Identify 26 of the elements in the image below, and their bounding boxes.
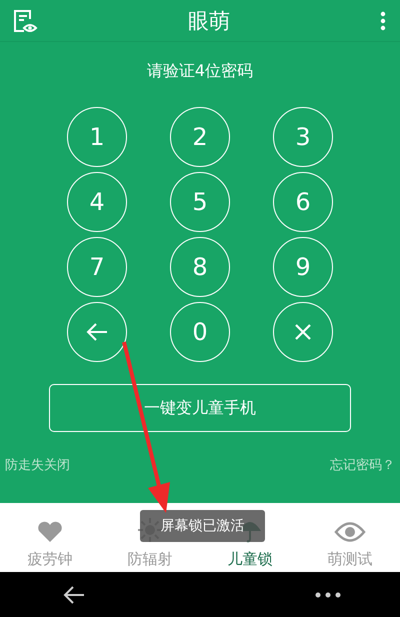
- back-key[interactable]: [67, 302, 127, 362]
- digit-key[interactable]: 9: [273, 237, 333, 297]
- app-title: 眼萌: [188, 8, 230, 34]
- child-phone-button[interactable]: 一键变儿童手机: [49, 384, 351, 432]
- digit-key[interactable]: 5: [170, 172, 230, 232]
- digit-key[interactable]: 2: [170, 107, 230, 167]
- more-nav-icon[interactable]: [315, 592, 341, 598]
- digit-key[interactable]: 7: [67, 237, 127, 297]
- digit-key[interactable]: 3: [273, 107, 333, 167]
- heart-icon: [37, 520, 63, 542]
- close-icon: [293, 322, 313, 342]
- eye-icon: [334, 520, 366, 542]
- more-menu-icon[interactable]: [380, 10, 386, 30]
- digit-key[interactable]: 4: [67, 172, 127, 232]
- digit-key[interactable]: 6: [273, 172, 333, 232]
- digit-key[interactable]: 8: [170, 237, 230, 297]
- tab[interactable]: 萌测试: [300, 503, 400, 572]
- tab[interactable]: 疲劳钟: [0, 503, 100, 572]
- forgot-password-link[interactable]: 忘记密码？: [330, 456, 395, 474]
- clear-key[interactable]: [273, 302, 333, 362]
- status-toast: 屏幕锁已激活: [140, 510, 265, 542]
- digit-key[interactable]: 1: [67, 107, 127, 167]
- notes-eye-icon[interactable]: [12, 8, 38, 34]
- anti-lost-link[interactable]: 防走失关闭: [5, 456, 70, 474]
- password-prompt: 请验证4位密码: [146, 60, 254, 82]
- digit-key[interactable]: 0: [170, 302, 230, 362]
